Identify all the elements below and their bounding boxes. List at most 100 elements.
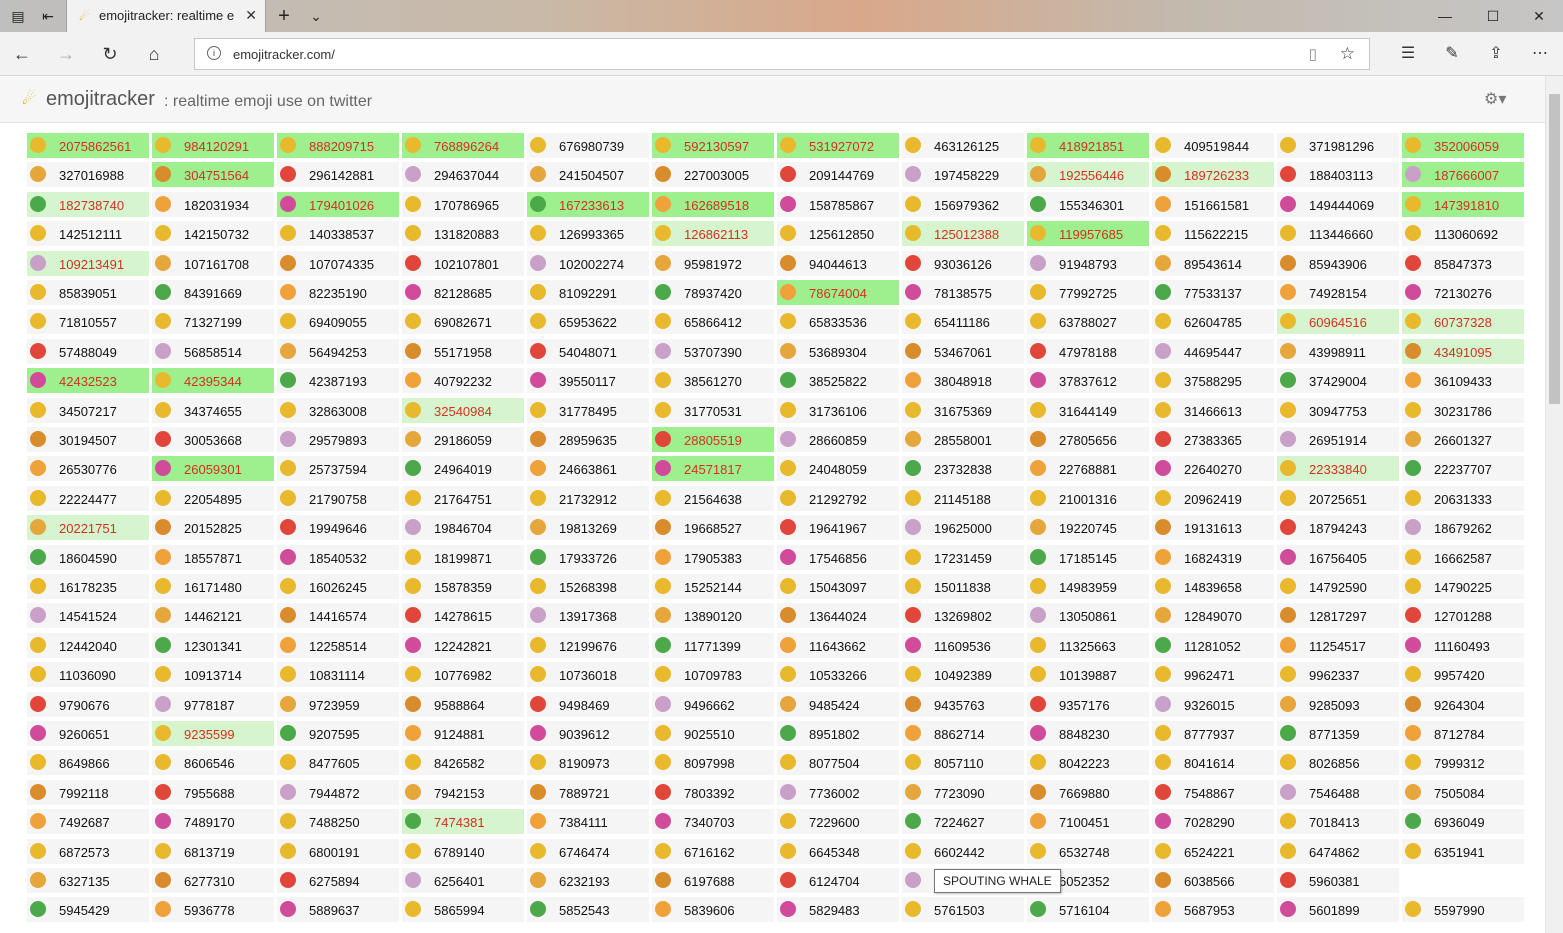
emoji-cell[interactable]: 69082671 (402, 309, 524, 335)
emoji-cell[interactable]: 60737328 (1402, 309, 1524, 335)
emoji-cell[interactable]: 6789140 (402, 838, 524, 864)
emoji-cell[interactable]: 7018413 (1277, 809, 1399, 835)
emoji-cell[interactable]: 9962337 (1277, 662, 1399, 688)
favorites-hub-icon[interactable]: ☰ (1396, 42, 1420, 66)
emoji-cell[interactable]: 13890120 (652, 603, 774, 629)
emoji-cell[interactable]: 40792232 (402, 368, 524, 394)
emoji-cell[interactable]: 5839606 (652, 897, 774, 923)
emoji-cell[interactable]: 11160493 (1402, 632, 1524, 658)
emoji-cell[interactable]: 7224627 (902, 809, 1024, 835)
emoji-cell[interactable]: 7723090 (902, 779, 1024, 805)
vertical-scrollbar[interactable] (1545, 76, 1563, 933)
emoji-cell[interactable]: 8026856 (1277, 750, 1399, 776)
emoji-cell[interactable]: 8041614 (1152, 750, 1274, 776)
emoji-cell[interactable]: 9962471 (1152, 662, 1274, 688)
emoji-cell[interactable]: 13917368 (527, 603, 649, 629)
emoji-cell[interactable]: 7944872 (277, 779, 399, 805)
emoji-cell[interactable]: 17933726 (527, 544, 649, 570)
emoji-cell[interactable]: 16171480 (152, 574, 274, 599)
emoji-cell[interactable]: 10776982 (402, 662, 524, 688)
emoji-cell[interactable]: 227003005 (652, 162, 774, 188)
emoji-cell[interactable]: 22333840 (1277, 456, 1399, 482)
emoji-cell[interactable]: 31466613 (1152, 397, 1274, 423)
emoji-cell[interactable]: 9435763 (902, 691, 1024, 717)
emoji-cell[interactable]: 21001316 (1027, 485, 1149, 511)
emoji-cell[interactable]: 5960381 (1277, 868, 1399, 893)
emoji-cell[interactable]: 36109433 (1402, 368, 1524, 394)
emoji-cell[interactable]: 12199676 (527, 632, 649, 658)
emoji-cell[interactable]: 17546856 (777, 544, 899, 570)
emoji-cell[interactable]: 16178235 (27, 574, 149, 599)
emoji-cell[interactable]: 6645348 (777, 838, 899, 864)
emoji-cell[interactable]: 7492687 (27, 809, 149, 835)
emoji-cell[interactable]: 126993365 (527, 221, 649, 247)
emoji-cell[interactable]: 26601327 (1402, 427, 1524, 452)
emoji-cell[interactable]: 8057110 (902, 750, 1024, 776)
emoji-cell[interactable]: 7028290 (1152, 809, 1274, 835)
emoji-cell[interactable]: 15268398 (527, 574, 649, 599)
emoji-cell[interactable]: 29186059 (402, 427, 524, 452)
emoji-cell[interactable]: 21732912 (527, 485, 649, 511)
emoji-cell[interactable]: 107161708 (152, 250, 274, 276)
emoji-cell[interactable]: 189726233 (1152, 162, 1274, 188)
site-brand[interactable]: emojitracker (46, 88, 155, 111)
emoji-cell[interactable]: 5852543 (527, 897, 649, 923)
refresh-icon[interactable]: ↻ (98, 42, 122, 66)
emoji-cell[interactable]: 768896264 (402, 133, 524, 158)
emoji-cell[interactable]: 14839658 (1152, 574, 1274, 599)
tab-preview-chevron-icon[interactable]: ⌄ (306, 6, 326, 26)
emoji-cell[interactable]: 42387193 (277, 368, 399, 394)
emoji-cell[interactable]: 20631333 (1402, 485, 1524, 511)
set-aside-tabs-icon[interactable]: ⇤ (38, 6, 58, 26)
site-info-icon[interactable]: i (207, 46, 221, 60)
emoji-cell[interactable]: 8477605 (277, 750, 399, 776)
emoji-cell[interactable]: 78937420 (652, 280, 774, 305)
emoji-cell[interactable]: 8077504 (777, 750, 899, 776)
emoji-cell[interactable]: 14416574 (277, 603, 399, 629)
emoji-cell[interactable]: 6327135 (27, 868, 149, 893)
emoji-cell[interactable]: 18557871 (152, 544, 274, 570)
emoji-cell[interactable]: 18794243 (1277, 515, 1399, 541)
emoji-cell[interactable]: 5597990 (1402, 897, 1524, 923)
emoji-cell[interactable]: 82235190 (277, 280, 399, 305)
emoji-cell[interactable]: 7992118 (27, 779, 149, 805)
emoji-cell[interactable]: 418921851 (1027, 133, 1149, 158)
emoji-cell[interactable]: 6800191 (277, 838, 399, 864)
emoji-cell[interactable]: 38561270 (652, 368, 774, 394)
scrollbar-thumb[interactable] (1549, 94, 1560, 404)
emoji-cell[interactable]: 11281052 (1152, 632, 1274, 658)
emoji-cell[interactable]: 63788027 (1027, 309, 1149, 335)
emoji-cell[interactable]: 10913714 (152, 662, 274, 688)
emoji-cell[interactable]: 42395344 (152, 368, 274, 394)
emoji-cell[interactable]: 9357176 (1027, 691, 1149, 717)
emoji-cell[interactable]: 19813269 (527, 515, 649, 541)
emoji-cell[interactable]: 9485424 (777, 691, 899, 717)
back-icon[interactable]: ← (10, 42, 34, 66)
emoji-cell[interactable]: 9285093 (1277, 691, 1399, 717)
emoji-cell[interactable]: 7955688 (152, 779, 274, 805)
forward-icon[interactable]: → (54, 42, 78, 66)
emoji-cell[interactable]: 24964019 (402, 456, 524, 482)
emoji-cell[interactable]: 12701288 (1402, 603, 1524, 629)
emoji-cell[interactable]: 8606546 (152, 750, 274, 776)
emoji-cell[interactable]: 187666007 (1402, 162, 1524, 188)
maximize-icon[interactable]: ☐ (1481, 4, 1505, 28)
emoji-cell[interactable]: 296142881 (277, 162, 399, 188)
emoji-cell[interactable]: 9260651 (27, 721, 149, 746)
emoji-cell[interactable]: 19131613 (1152, 515, 1274, 541)
window-close-icon[interactable]: ✕ (1527, 4, 1551, 28)
browser-tab[interactable]: ☄ emojitracker: realtime e ✕ (66, 0, 266, 32)
tab-close-icon[interactable]: ✕ (245, 7, 257, 24)
emoji-cell[interactable]: 57488049 (27, 338, 149, 364)
emoji-cell[interactable]: 7736002 (777, 779, 899, 805)
emoji-cell[interactable]: 5889637 (277, 897, 399, 923)
emoji-cell[interactable]: 71327199 (152, 309, 274, 335)
emoji-cell[interactable]: 7384111 (527, 809, 649, 835)
emoji-cell[interactable]: 56494253 (277, 338, 399, 364)
emoji-cell[interactable]: 17231459 (902, 544, 1024, 570)
emoji-cell[interactable]: 11254517 (1277, 632, 1399, 658)
emoji-cell[interactable]: 14278615 (402, 603, 524, 629)
emoji-cell[interactable]: 179401026 (277, 191, 399, 217)
emoji-cell[interactable]: 7340703 (652, 809, 774, 835)
emoji-cell[interactable]: 43998911 (1277, 338, 1399, 364)
